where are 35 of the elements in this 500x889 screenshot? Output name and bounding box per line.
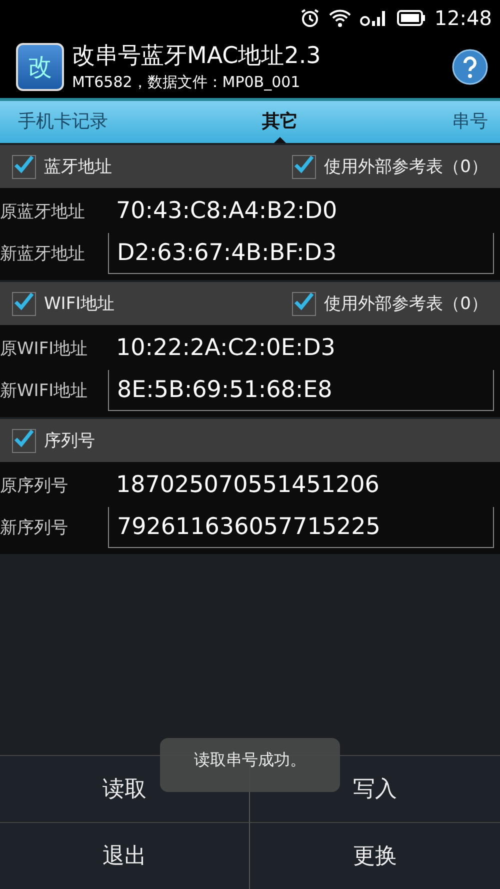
clock: 12:48 xyxy=(434,6,492,30)
field-label: 新WIFI地址 xyxy=(0,380,89,402)
checkbox[interactable] xyxy=(12,428,36,452)
field-value: 187025070551451206 xyxy=(115,472,380,498)
checkbox[interactable] xyxy=(12,154,36,178)
field-label: 原蓝牙地址 xyxy=(0,200,86,222)
battery-icon xyxy=(396,8,426,28)
tab[interactable]: 串号 xyxy=(452,101,488,143)
field-label: 原WIFI地址 xyxy=(0,338,89,360)
checkbox-label: WIFI地址 xyxy=(44,293,115,315)
field-value: 10:22:2A:C2:0E:D3 xyxy=(115,335,336,361)
help-icon[interactable] xyxy=(452,48,488,84)
checkbox[interactable] xyxy=(292,292,316,316)
checkbox-label: 使用外部参考表（0） xyxy=(324,293,488,315)
alarm-icon xyxy=(300,8,320,28)
checkbox-label: 蓝牙地址 xyxy=(44,156,112,178)
field-value: 70:43:C8:A4:B2:D0 xyxy=(115,198,338,224)
app-subtitle: MT6582，数据文件：MP0B_001 xyxy=(72,72,302,92)
checkbox[interactable] xyxy=(12,292,36,316)
toast: 读取串号成功。 xyxy=(160,738,340,792)
checkbox-label: 使用外部参考表（0） xyxy=(324,156,488,178)
field-label: 新序列号 xyxy=(0,516,69,538)
app-title: 改串号蓝牙MAC地址2.3 xyxy=(72,42,322,70)
action-button[interactable]: 退出 xyxy=(0,822,250,889)
tab[interactable]: 手机卡记录 xyxy=(18,101,108,143)
input-field[interactable]: 792611636057715225 xyxy=(108,506,494,548)
checkbox-label: 序列号 xyxy=(44,430,95,452)
wifi-icon xyxy=(328,8,352,28)
app-icon: 改 xyxy=(16,42,64,90)
action-button[interactable]: 更换 xyxy=(250,822,500,889)
field-label: 原序列号 xyxy=(0,474,69,496)
input-field[interactable]: 8E:5B:69:51:68:E8 xyxy=(108,370,494,410)
input-field[interactable]: D2:63:67:4B:BF:D3 xyxy=(108,232,494,274)
field-label: 新蓝牙地址 xyxy=(0,242,86,264)
checkbox[interactable] xyxy=(292,154,316,178)
